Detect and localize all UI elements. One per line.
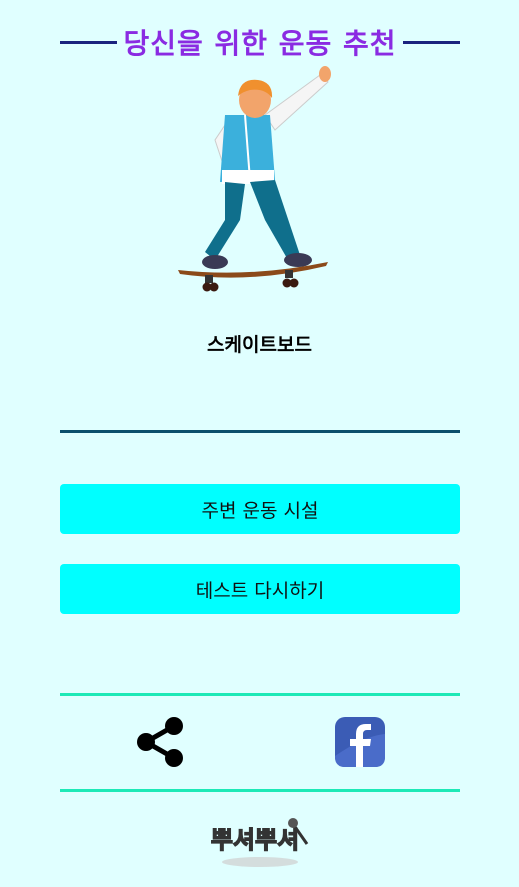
divider [60,430,460,433]
facebook-icon[interactable] [334,716,386,768]
title-line-left [60,40,118,44]
page-title: 당신을 위한 운동 추천 [123,27,397,60]
skateboarder-illustration [178,66,331,292]
title-line-right [402,40,460,44]
logo-icon[interactable]: 뿌셔뿌셔 [205,812,315,872]
share-icon[interactable] [134,716,186,768]
divider [60,789,460,792]
retake-test-button[interactable]: 테스트 다시하기 [60,564,460,614]
nearby-facilities-button[interactable]: 주변 운동 시설 [60,484,460,534]
divider [60,693,460,696]
exercise-name: 스케이트보드 [207,334,312,356]
page-header: 당신을 위한 운동 추천 [60,22,460,62]
svg-text:뿌셔뿌셔: 뿌셔뿌셔 [211,826,299,854]
